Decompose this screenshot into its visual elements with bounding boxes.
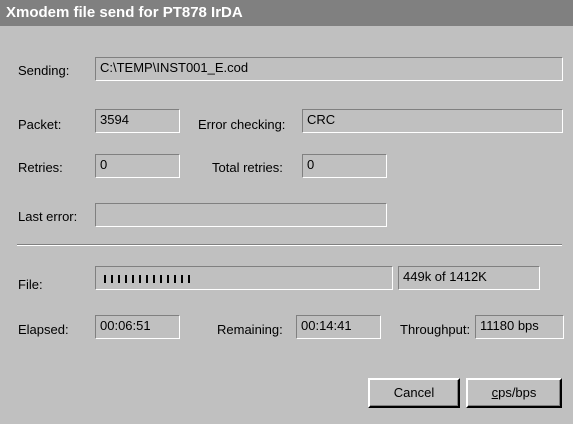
cps-bps-label-rest: ps/bps [498,385,537,400]
sending-label: Sending: [18,63,70,78]
window-title: Xmodem file send for PT878 IrDA [0,0,573,26]
last-error-field [95,203,387,227]
throughput-label: Throughput: [400,322,471,337]
progress-block [118,275,120,283]
xmodem-dialog: Xmodem file send for PT878 IrDA Sending:… [0,0,573,424]
throughput-field: 11180 bps [475,315,564,339]
packet-field: 3594 [95,109,180,133]
file-size-field: 449k of 1412K [398,266,540,290]
error-checking-field: CRC [302,109,563,133]
cancel-button[interactable]: Cancel [368,378,460,408]
progress-block [111,275,113,283]
retries-label: Retries: [18,160,63,175]
elapsed-label: Elapsed: [18,322,69,337]
progress-block [125,275,127,283]
file-label: File: [18,277,43,292]
progress-block [104,275,106,283]
packet-label: Packet: [18,117,62,132]
error-checking-label: Error checking: [198,117,286,132]
retries-field: 0 [95,154,180,178]
remaining-label: Remaining: [217,322,283,337]
progress-block [188,275,190,283]
progress-block [139,275,141,283]
last-error-label: Last error: [18,209,78,224]
progress-block [160,275,162,283]
total-retries-label: Total retries: [212,160,283,175]
progress-block [153,275,155,283]
progress-block [167,275,169,283]
separator [17,244,562,246]
progress-block [132,275,134,283]
elapsed-field: 00:06:51 [95,315,180,339]
progress-block [146,275,148,283]
sending-field: C:\TEMP\INST001_E.cod [95,57,563,81]
cps-bps-button[interactable]: cps/bps [466,378,562,408]
remaining-field: 00:14:41 [296,315,381,339]
progress-block [174,275,176,283]
file-progress-bar [95,266,393,290]
progress-block [181,275,183,283]
total-retries-field: 0 [302,154,387,178]
